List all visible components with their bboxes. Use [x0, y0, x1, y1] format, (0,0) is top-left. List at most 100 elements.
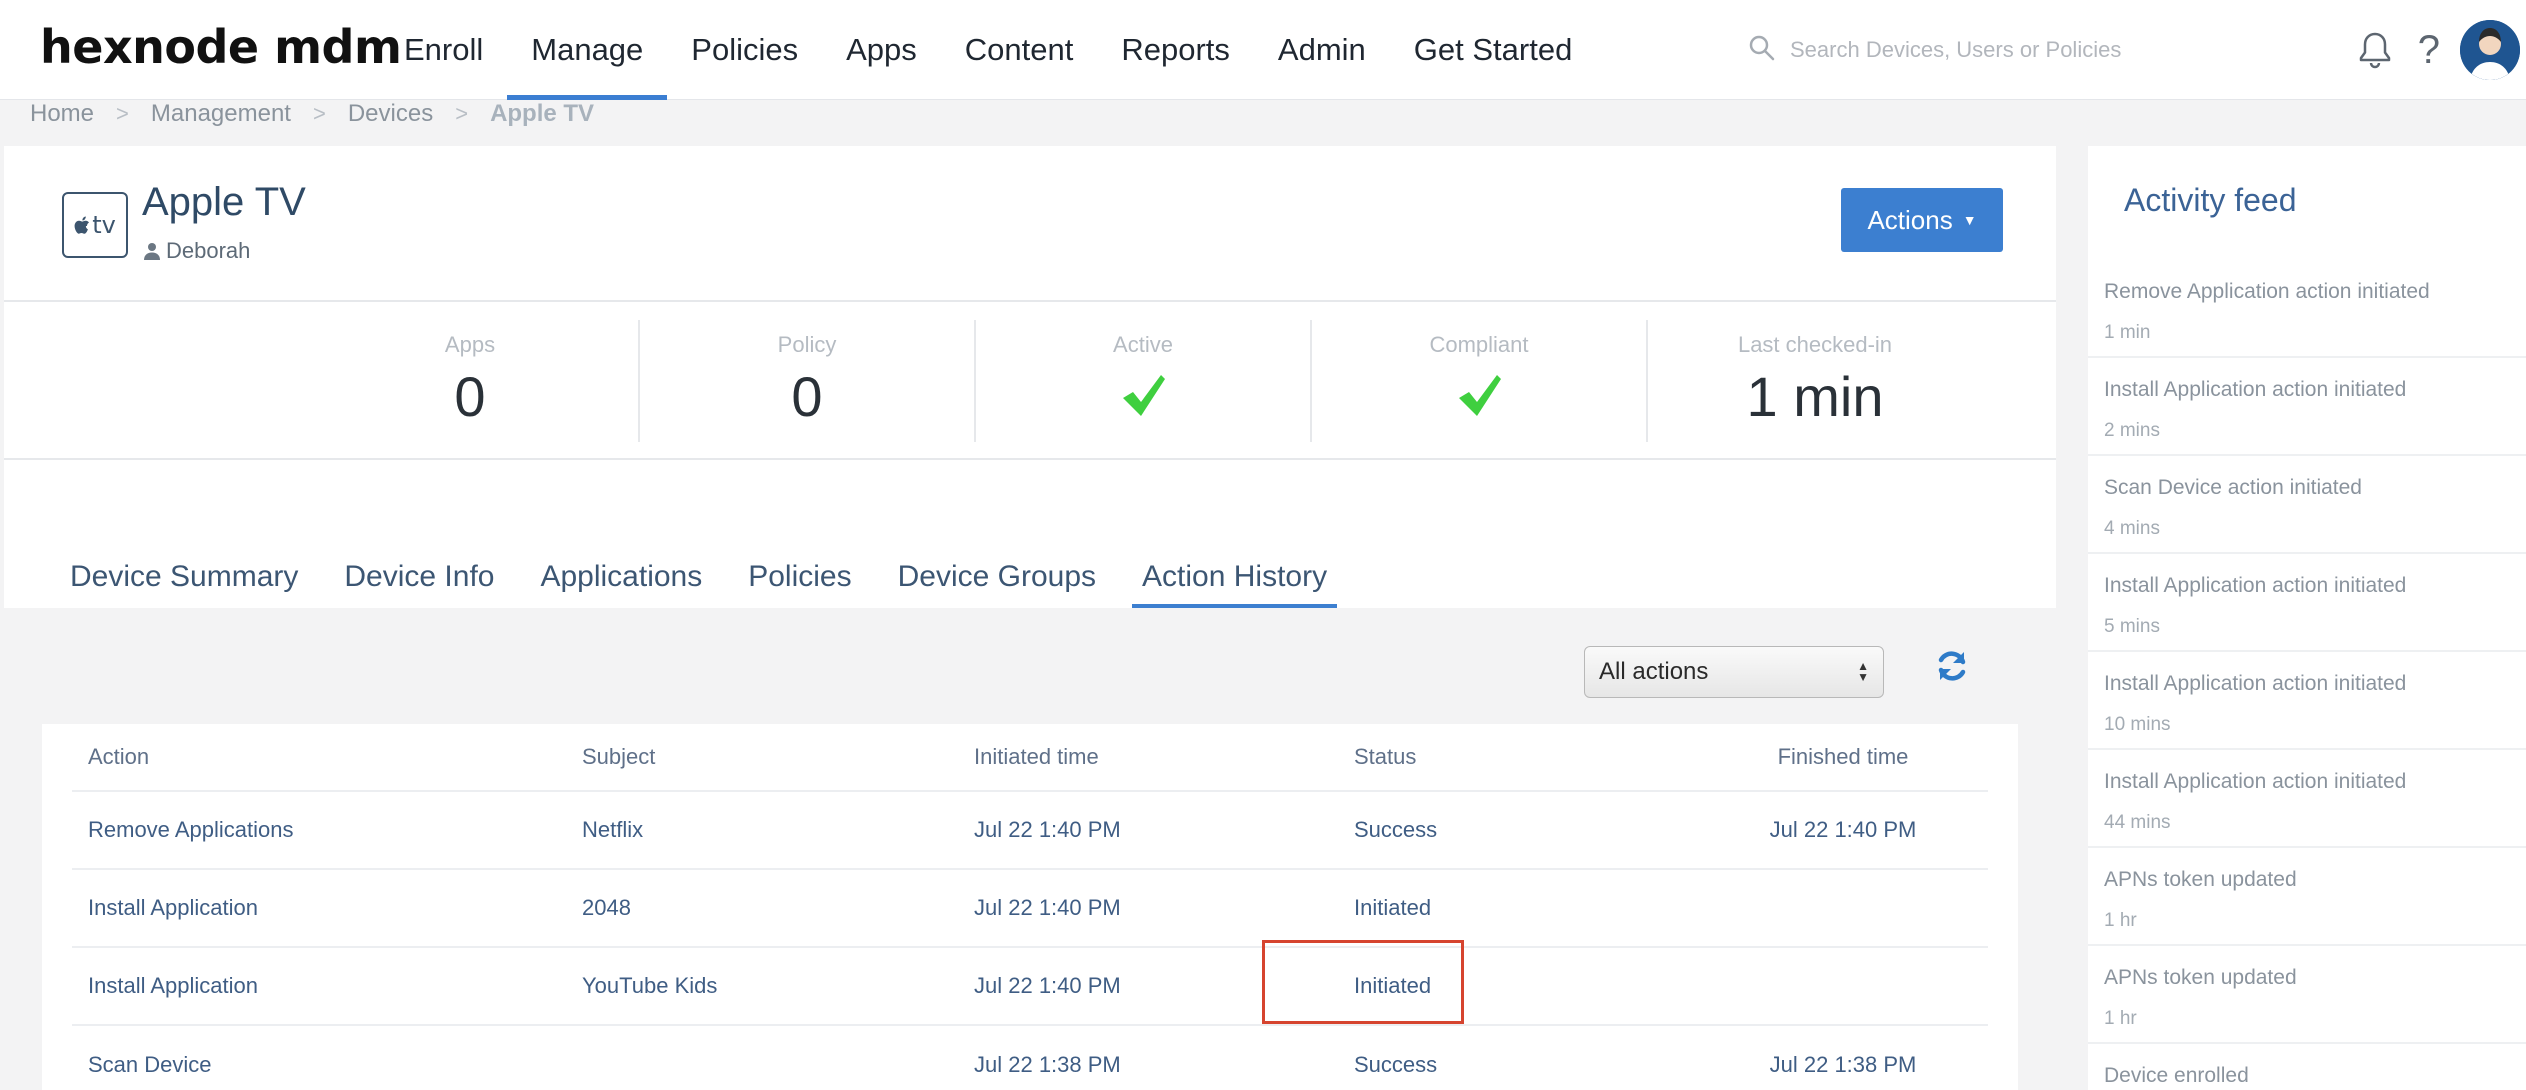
cell-subject: YouTube Kids — [582, 973, 718, 998]
activity-feed-title: Activity feed — [2124, 182, 2297, 218]
device-details-panel: tv Apple TV Deborah Actions ▼ Apps 0 Pol… — [4, 146, 2056, 1090]
stat-apps[interactable]: Apps 0 — [302, 320, 638, 442]
action-history-content: All actions ▲ ▼ Action Subject Initiated … — [4, 608, 2056, 1090]
feed-item[interactable]: Install Application action initiated 5 m… — [2088, 554, 2526, 652]
nav-manage[interactable]: Manage — [507, 0, 668, 100]
tab-action-history[interactable]: Action History — [1132, 546, 1338, 608]
check-icon — [976, 372, 1310, 423]
nav-apps[interactable]: Apps — [822, 0, 941, 100]
feed-item-text: Install Application action initiated — [2104, 574, 2407, 597]
column-header-status[interactable]: Status — [1354, 724, 1416, 790]
feed-item-time: 44 mins — [2104, 812, 2171, 833]
device-name: Apple TV — [142, 180, 306, 224]
feed-item[interactable]: Device enrolled — [2088, 1044, 2526, 1090]
breadcrumb-devices[interactable]: Devices — [348, 100, 433, 128]
stat-label: Last checked-in — [1737, 332, 1893, 357]
feed-item[interactable]: Install Application action initiated 44 … — [2088, 750, 2526, 848]
table-row[interactable]: Install Application 2048 Jul 22 1:40 PM … — [72, 870, 1988, 948]
device-icon-label: tv — [92, 211, 116, 239]
cell-status: Success — [1354, 817, 1438, 842]
top-navigation-bar: hexnode mdm Enroll Manage Policies Apps … — [0, 0, 2526, 100]
column-header-initiated-time[interactable]: Initiated time — [974, 724, 1099, 790]
cell-initiated-time: Jul 22 1:40 PM — [974, 973, 1121, 998]
device-header: tv Apple TV Deborah Actions ▼ — [4, 146, 2056, 302]
stat-label: Policy — [777, 332, 837, 357]
nav-enroll[interactable]: Enroll — [380, 0, 507, 100]
feed-item-time: 4 mins — [2104, 518, 2160, 539]
bell-icon[interactable] — [2356, 30, 2394, 70]
nav-get-started[interactable]: Get Started — [1390, 0, 1597, 100]
stat-compliant: Compliant — [1310, 320, 1646, 442]
nav-policies[interactable]: Policies — [667, 0, 822, 100]
help-icon[interactable]: ? — [2418, 28, 2440, 73]
cell-status: Initiated — [1354, 895, 1432, 920]
column-header-subject[interactable]: Subject — [582, 724, 655, 790]
tab-device-info[interactable]: Device Info — [334, 546, 504, 608]
breadcrumb: Home > Management > Devices > Apple TV — [30, 100, 594, 128]
feed-item[interactable]: APNs token updated 1 hr — [2088, 946, 2526, 1044]
cell-finished-time: Jul 22 1:40 PM — [1769, 817, 1917, 842]
hexnode-logo[interactable]: hexnode mdm — [40, 20, 402, 74]
cell-initiated-time: Jul 22 1:40 PM — [974, 895, 1121, 920]
feed-item-text: Install Application action initiated — [2104, 672, 2407, 695]
feed-item[interactable]: Install Application action initiated 2 m… — [2088, 358, 2526, 456]
tab-device-summary[interactable]: Device Summary — [60, 546, 308, 608]
cell-subject: 2048 — [582, 895, 631, 920]
feed-item-text: Install Application action initiated — [2104, 770, 2407, 793]
feed-item-text: APNs token updated — [2104, 966, 2297, 989]
chevron-right-icon: > — [312, 101, 326, 126]
refresh-icon[interactable] — [1934, 648, 1970, 689]
caret-down-icon: ▼ — [1962, 212, 1977, 228]
global-search — [1748, 28, 2308, 72]
device-user-name[interactable]: Deborah — [166, 238, 250, 264]
stat-policy[interactable]: Policy 0 — [638, 320, 974, 442]
feed-item[interactable]: APNs token updated 1 hr — [2088, 848, 2526, 946]
device-stats: Apps 0 Policy 0 Active Compliant Last ch… — [4, 302, 2056, 460]
activity-feed-list: Remove Application action initiated 1 mi… — [2088, 260, 2526, 1090]
breadcrumb-home[interactable]: Home — [30, 100, 94, 128]
chevron-right-icon: > — [455, 101, 469, 126]
feed-item-time: 1 hr — [2104, 1008, 2137, 1029]
nav-admin[interactable]: Admin — [1254, 0, 1390, 100]
nav-content[interactable]: Content — [941, 0, 1098, 100]
feed-item-time: 10 mins — [2104, 714, 2171, 735]
action-filter-select[interactable]: All actions ▲ ▼ — [1584, 646, 1884, 698]
stat-value: 0 — [454, 365, 486, 428]
nav-reports[interactable]: Reports — [1097, 0, 1254, 100]
breadcrumb-management[interactable]: Management — [151, 100, 291, 128]
column-header-action[interactable]: Action — [88, 724, 149, 790]
tab-applications[interactable]: Applications — [530, 546, 712, 608]
search-input[interactable] — [1790, 37, 2290, 63]
feed-item[interactable]: Remove Application action initiated 1 mi… — [2088, 260, 2526, 358]
table-row[interactable]: Remove Applications Netflix Jul 22 1:40 … — [72, 792, 1988, 870]
cell-initiated-time: Jul 22 1:40 PM — [974, 817, 1121, 842]
cell-subject: Netflix — [582, 817, 644, 842]
feed-item-text: APNs token updated — [2104, 868, 2297, 891]
tab-device-groups[interactable]: Device Groups — [888, 546, 1106, 608]
user-icon — [144, 243, 160, 260]
feed-item[interactable]: Install Application action initiated 10 … — [2088, 652, 2526, 750]
stat-active: Active — [974, 320, 1310, 442]
table-header: Action Subject Initiated time Status Fin… — [72, 724, 1988, 792]
stat-label: Compliant — [1429, 332, 1529, 357]
feed-item[interactable]: Scan Device action initiated 4 mins — [2088, 456, 2526, 554]
feed-item-time: 5 mins — [2104, 616, 2160, 637]
column-header-finished-time[interactable]: Finished time — [1708, 724, 1978, 790]
table-row[interactable]: Scan Device Jul 22 1:38 PM Success Jul 2… — [72, 1026, 1988, 1090]
avatar[interactable] — [2460, 20, 2520, 80]
search-icon — [1748, 34, 1776, 67]
actions-button[interactable]: Actions ▼ — [1841, 188, 2003, 252]
cell-status: Success — [1354, 1052, 1438, 1077]
actions-button-label: Actions — [1867, 204, 1953, 235]
stat-label: Active — [1113, 332, 1173, 357]
feed-item-time: 1 hr — [2104, 910, 2137, 931]
feed-item-text: Remove Application action initiated — [2104, 280, 2430, 303]
tab-policies[interactable]: Policies — [738, 546, 861, 608]
chevron-right-icon: > — [116, 101, 129, 126]
select-arrows-icon: ▲ ▼ — [1857, 659, 1869, 684]
device-user: Deborah — [144, 238, 250, 264]
cell-action: Scan Device — [88, 1052, 212, 1077]
feed-item-time: 1 min — [2104, 322, 2151, 343]
cell-finished-time: Jul 22 1:38 PM — [1769, 1052, 1917, 1077]
table-row[interactable]: Install Application YouTube Kids Jul 22 … — [72, 948, 1988, 1026]
